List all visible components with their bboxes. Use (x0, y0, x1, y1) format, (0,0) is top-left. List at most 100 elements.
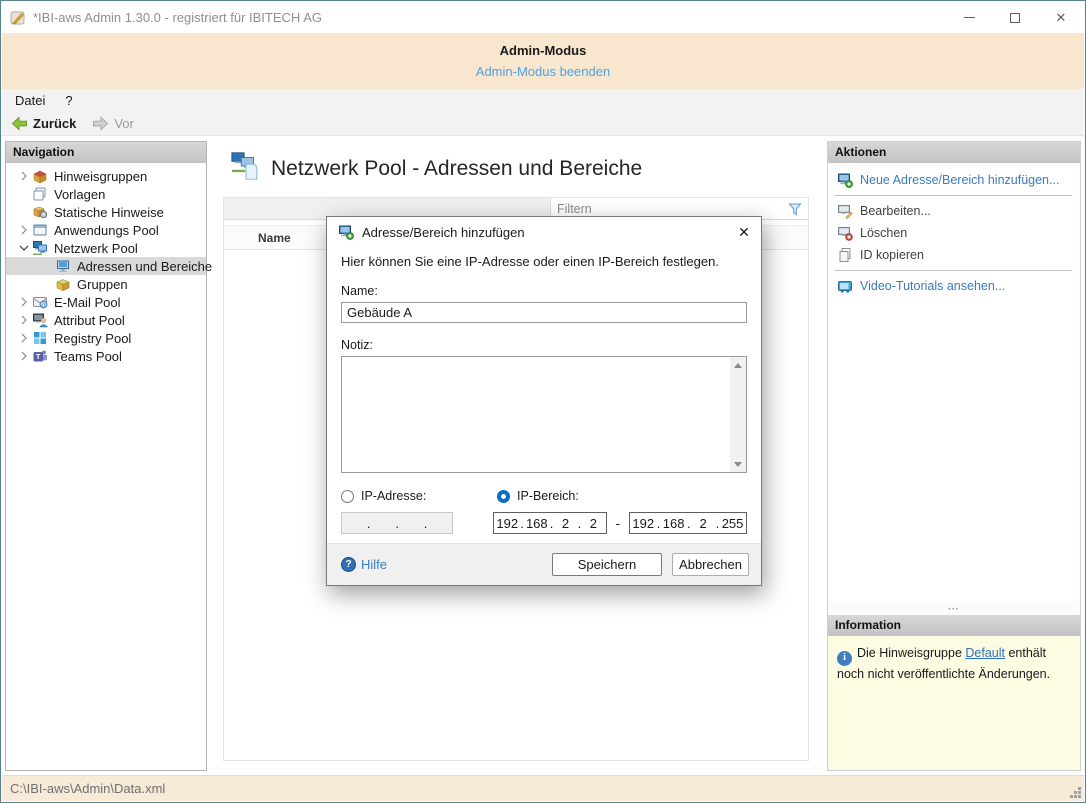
filter-input[interactable] (551, 202, 787, 216)
maximize-icon (1010, 13, 1020, 23)
menu-help[interactable]: ? (55, 91, 82, 110)
nav-item-email-pool[interactable]: @ E-Mail Pool (6, 293, 206, 311)
note-field (341, 356, 747, 473)
info-default-link[interactable]: Default (965, 646, 1005, 660)
separator (834, 195, 1072, 196)
nav-label: Hinweisgruppen (54, 169, 147, 184)
toolbar: Zurück Vor (2, 111, 1084, 136)
attribute-pool-icon (32, 312, 48, 328)
name-input[interactable] (341, 302, 747, 323)
network-pool-page-icon (229, 150, 263, 182)
action-copy-id[interactable]: ID kopieren (828, 244, 1080, 266)
actions-header: Aktionen (828, 142, 1080, 163)
scroll-down-icon[interactable] (730, 456, 746, 472)
action-label: Video-Tutorials ansehen... (860, 279, 1005, 293)
note-label: Notiz: (341, 338, 747, 352)
registry-pool-icon (32, 330, 48, 346)
nav-item-attribut-pool[interactable]: Attribut Pool (6, 311, 206, 329)
action-label: Bearbeiten... (860, 204, 931, 218)
note-scrollbar[interactable] (730, 357, 746, 472)
resize-grip[interactable] (1068, 785, 1081, 798)
scroll-up-icon[interactable] (730, 357, 746, 373)
back-button[interactable]: Zurück (2, 111, 84, 135)
ip-range-end-field[interactable]: 192.168.2.255 (629, 512, 747, 534)
nav-label: Adressen und Bereiche (77, 259, 212, 274)
forward-label: Vor (114, 116, 134, 131)
chevron-right-icon (16, 348, 32, 364)
ip-address-field: ... (341, 512, 453, 534)
dialog-close-button[interactable]: ✕ (727, 217, 761, 247)
forward-button[interactable]: Vor (84, 111, 142, 135)
nav-item-gruppen[interactable]: Gruppen (6, 275, 206, 293)
chevron-right-icon (16, 294, 32, 310)
nav-label: Anwendungs Pool (54, 223, 159, 238)
nav-item-registry-pool[interactable]: Registry Pool (6, 329, 206, 347)
ip-address-radio[interactable] (341, 490, 354, 503)
info-text-before: Die Hinweisgruppe (857, 646, 965, 660)
svg-text:T: T (36, 352, 41, 361)
action-edit[interactable]: Bearbeiten... (828, 200, 1080, 222)
range-separator: - (616, 516, 620, 531)
name-label: Name: (341, 284, 747, 298)
help-label: Hilfe (361, 557, 387, 572)
teams-pool-icon: T (32, 348, 48, 364)
ip-range-option[interactable]: IP-Bereich: (497, 489, 579, 503)
add-address-dialog-icon (338, 224, 354, 240)
add-address-icon (837, 172, 853, 188)
nav-item-hinweisgruppen[interactable]: Hinweisgruppen (6, 167, 206, 185)
nav-item-anwendungs-pool[interactable]: Anwendungs Pool (6, 221, 206, 239)
svg-text:@: @ (41, 303, 47, 309)
edit-icon (837, 203, 853, 219)
nav-item-netzwerk-pool[interactable]: Netzwerk Pool (6, 239, 206, 257)
admin-mode-exit-link[interactable]: Admin-Modus beenden (2, 64, 1084, 79)
video-tutorials-icon (837, 278, 853, 294)
save-button[interactable]: Speichern (552, 553, 662, 576)
information-body: iDie Hinweisgruppe Default enthält noch … (828, 636, 1080, 770)
help-link[interactable]: ? Hilfe (341, 557, 387, 572)
panel-splitter[interactable]: ⋯ (828, 602, 1080, 615)
nav-label: Netzwerk Pool (54, 241, 138, 256)
minimize-button[interactable] (946, 2, 992, 33)
action-delete[interactable]: Löschen (828, 222, 1080, 244)
menu-datei[interactable]: Datei (2, 91, 55, 110)
nav-item-statische-hinweise[interactable]: Statische Hinweise (6, 203, 206, 221)
maximize-button[interactable] (992, 2, 1038, 33)
network-pool-icon (32, 240, 48, 256)
notice-groups-icon (32, 168, 48, 184)
admin-mode-title: Admin-Modus (2, 43, 1084, 58)
nav-item-adressen-und-bereiche[interactable]: Adressen und Bereiche (6, 257, 206, 275)
filter-funnel-icon[interactable] (787, 201, 803, 217)
back-label: Zurück (33, 116, 76, 131)
menubar: Datei ? (2, 89, 1084, 111)
nav-item-teams-pool[interactable]: T Teams Pool (6, 347, 206, 365)
right-panel: Aktionen Neue Adresse/Bereich hinzufügen… (827, 141, 1081, 771)
dialog-titlebar: Adresse/Bereich hinzufügen ✕ (327, 217, 761, 247)
action-add-address[interactable]: Neue Adresse/Bereich hinzufügen... (828, 169, 1080, 191)
ip-range-radio[interactable] (497, 490, 510, 503)
delete-icon (837, 225, 853, 241)
monitor-icon (55, 258, 71, 274)
statusbar: C:\IBI-aws\Admin\Data.xml (2, 775, 1084, 801)
ip-address-option[interactable]: IP-Adresse: (341, 489, 497, 503)
cancel-button[interactable]: Abbrechen (672, 553, 749, 576)
chevron-right-icon (16, 312, 32, 328)
templates-icon (32, 186, 48, 202)
dialog-title: Adresse/Bereich hinzufügen (362, 225, 525, 240)
close-button[interactable]: ✕ (1038, 2, 1084, 33)
note-textarea[interactable] (342, 357, 729, 472)
nav-label: Statische Hinweise (54, 205, 164, 220)
ip-range-start-field[interactable]: 192.168.2.2 (493, 512, 606, 534)
static-notices-icon (32, 204, 48, 220)
application-pool-icon (32, 222, 48, 238)
information-header: Information (828, 615, 1080, 636)
email-pool-icon: @ (32, 294, 48, 310)
action-video-tutorials[interactable]: Video-Tutorials ansehen... (828, 275, 1080, 297)
window-title: *IBI-aws Admin 1.30.0 - registriert für … (33, 10, 322, 25)
close-icon: ✕ (1056, 10, 1067, 26)
column-header-name[interactable]: Name (224, 231, 291, 245)
forward-arrow-icon (92, 116, 109, 131)
nav-item-vorlagen[interactable]: Vorlagen (6, 185, 206, 203)
dialog-description: Hier können Sie eine IP-Adresse oder ein… (341, 254, 747, 269)
help-icon: ? (341, 557, 356, 572)
titlebar: *IBI-aws Admin 1.30.0 - registriert für … (2, 2, 1084, 33)
